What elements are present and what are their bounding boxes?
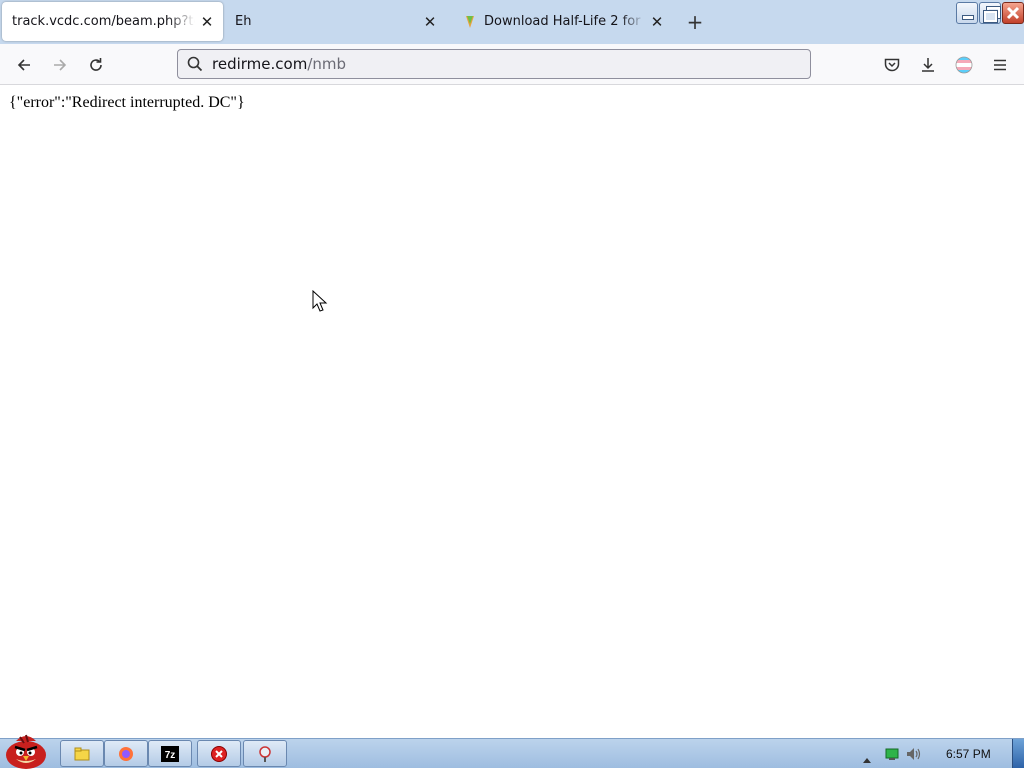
downloads-button[interactable] (915, 52, 941, 78)
pocket-icon (884, 58, 900, 72)
taskbar: 7z 6:57 PM (0, 734, 1024, 769)
taskbar-error-app[interactable] (197, 740, 241, 767)
menu-button[interactable] (987, 52, 1013, 78)
folder-icon (74, 747, 90, 760)
download-icon (922, 58, 934, 72)
angry-bird-start-icon (6, 734, 46, 769)
taskbar-7zip[interactable]: 7z (148, 740, 192, 767)
firefox-icon (119, 746, 133, 761)
minimize-button[interactable] (956, 2, 978, 24)
close-window-button[interactable] (1002, 2, 1024, 24)
forward-button[interactable] (47, 52, 73, 78)
reload-button[interactable] (83, 52, 109, 78)
tab-strip: track.vcdc.com/beam.php?tcid=# ✕ Eh ✕ Do… (0, 0, 1024, 44)
account-icon (955, 56, 973, 74)
taskbar-clock[interactable]: 6:57 PM (946, 747, 991, 761)
page-content: {"error":"Redirect interrupted. DC"} (0, 85, 1024, 738)
url-bar[interactable]: redirme.com/nmb (177, 49, 811, 79)
arrow-right-icon (54, 59, 67, 71)
tray-expand-icon[interactable] (862, 749, 872, 768)
mouse-cursor-icon (312, 290, 328, 312)
plus-icon[interactable]: + (685, 12, 705, 32)
taskbar-network-app[interactable] (243, 740, 287, 767)
url-path: /nmb (307, 55, 347, 73)
reload-icon (90, 58, 102, 71)
tab-title: Download Half-Life 2 for free (484, 14, 645, 29)
tab-title: Eh (235, 14, 252, 29)
restore-button[interactable] (979, 2, 1001, 24)
tab-track-vcdc[interactable]: track.vcdc.com/beam.php?tcid=# ✕ (2, 2, 223, 41)
show-desktop-button[interactable] (1012, 739, 1024, 768)
close-icon[interactable]: ✕ (649, 13, 665, 31)
close-icon[interactable]: ✕ (422, 13, 438, 31)
magnifier-icon (259, 745, 271, 762)
network-tray-icon[interactable] (884, 746, 900, 766)
navigation-toolbar: redirme.com/nmb (0, 44, 1024, 85)
tab-title: track.vcdc.com/beam.php?tcid=# (12, 14, 195, 29)
close-icon (1006, 6, 1020, 20)
arrow-left-icon (17, 59, 30, 71)
error-icon (211, 745, 227, 762)
close-icon[interactable]: ✕ (199, 13, 215, 31)
json-response-text: {"error":"Redirect interrupted. DC"} (9, 94, 245, 111)
7zip-icon: 7z (161, 745, 179, 762)
tab-half-life[interactable]: Download Half-Life 2 for free ✕ (452, 2, 673, 41)
back-button[interactable] (11, 52, 37, 78)
hamburger-menu-icon (994, 59, 1006, 71)
start-button[interactable] (2, 731, 50, 769)
volume-tray-icon[interactable] (905, 746, 923, 766)
taskbar-explorer[interactable] (60, 740, 104, 767)
svg-text:7z: 7z (165, 750, 176, 761)
favicon-icon (466, 15, 474, 28)
url-host: redirme.com (212, 55, 308, 73)
tab-eh[interactable]: Eh ✕ (225, 2, 446, 41)
search-icon (187, 56, 203, 72)
account-button[interactable] (951, 52, 977, 78)
pocket-button[interactable] (879, 52, 905, 78)
taskbar-firefox[interactable] (104, 740, 148, 767)
window-controls (956, 2, 1024, 24)
